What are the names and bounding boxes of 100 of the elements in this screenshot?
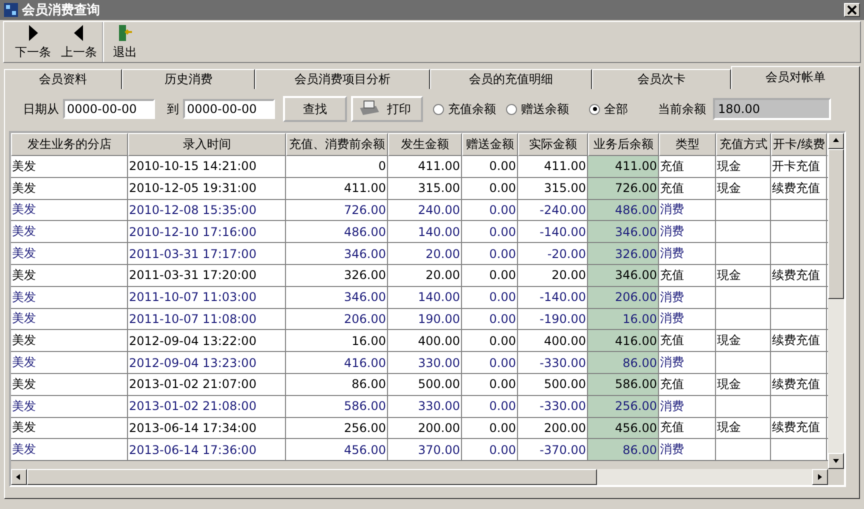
table-cell: 0.00	[462, 221, 518, 244]
table-cell: 400.00	[388, 330, 462, 352]
table-cell: 190.00	[388, 308, 462, 330]
table-cell	[716, 243, 771, 265]
toolbar-button[interactable]: 下一条	[10, 22, 56, 62]
table-cell: -20.00	[518, 243, 588, 265]
table-cell: 充值	[659, 374, 716, 396]
table-cell: 0.00	[462, 352, 518, 374]
table-cell: 256.00	[588, 396, 659, 418]
table-cell: 美发	[11, 221, 128, 244]
table-cell: 416.00	[588, 330, 659, 352]
table-cell: 2012-09-04 13:22:00	[128, 330, 286, 352]
table-cell: 美发	[11, 308, 128, 330]
app-icon	[4, 3, 18, 17]
table-cell: 0.00	[462, 330, 518, 352]
horizontal-scrollbar[interactable]	[11, 469, 828, 485]
table-cell: 200.00	[518, 418, 588, 440]
scroll-up-button[interactable]	[828, 133, 844, 149]
table-cell: 315.00	[388, 178, 462, 200]
table-cell: 2012-09-04 13:23:00	[128, 352, 286, 374]
table-cell: 0.00	[462, 264, 518, 287]
scroll-down-button[interactable]	[828, 453, 844, 469]
printer-icon	[357, 100, 381, 118]
table-cell: 330.00	[388, 352, 462, 374]
table-cell: 消费	[659, 243, 716, 265]
search-button[interactable]: 查找	[283, 96, 347, 122]
tab[interactable]: 历史消费	[122, 69, 255, 89]
tab[interactable]: 会员次卡	[592, 69, 731, 89]
close-button[interactable]	[844, 3, 860, 17]
table-cell: 2010-12-10 17:16:00	[128, 221, 286, 244]
table-cell: -140.00	[518, 286, 588, 309]
table-cell: 486.00	[588, 200, 659, 222]
radio-option[interactable]: 充值余额	[433, 100, 496, 118]
balance-field[interactable]: 180.00	[713, 98, 831, 120]
table-cell: 美发	[11, 243, 128, 265]
table-cell: 586.00	[588, 374, 659, 396]
table-cell: 411.00	[518, 156, 588, 178]
print-button[interactable]: 打印	[351, 96, 423, 122]
window-title: 会员消费查询	[22, 2, 100, 19]
column-header[interactable]: 充值方式	[716, 133, 771, 156]
table-cell: 消费	[659, 439, 716, 462]
table-cell: 411.00	[286, 178, 388, 200]
table-cell: 現金	[716, 156, 771, 178]
table-cell: 消费	[659, 308, 716, 330]
table-cell: 0	[286, 156, 388, 178]
tab[interactable]: 会员的充值明细	[430, 69, 592, 89]
scroll-right-button[interactable]	[812, 469, 828, 485]
column-header[interactable]: 实际金额	[518, 133, 588, 156]
table-cell: 美发	[11, 330, 128, 352]
table-cell: 315.00	[518, 178, 588, 200]
table-cell: 2010-10-15 14:21:00	[128, 156, 286, 178]
table-cell: 330.00	[388, 396, 462, 418]
table-cell: 240.00	[388, 200, 462, 222]
table-cell: 0.00	[462, 374, 518, 396]
column-header[interactable]: 发生业务的分店	[11, 133, 128, 156]
table-cell: 美发	[11, 178, 128, 200]
scroll-left-button[interactable]	[11, 469, 27, 485]
table-cell: 0.00	[462, 178, 518, 200]
table-cell: 20.00	[388, 243, 462, 265]
column-header[interactable]: 录入时间	[128, 133, 286, 156]
column-header[interactable]: 发生金额	[388, 133, 462, 156]
table-cell	[716, 439, 771, 462]
date-from-field[interactable]: 0000-00-00	[63, 99, 155, 119]
table-cell	[716, 352, 771, 374]
table-cell	[716, 286, 771, 309]
radio-option[interactable]: 赠送余额	[506, 100, 569, 118]
radio-option[interactable]: 全部	[589, 100, 628, 118]
table-cell: 充值	[659, 330, 716, 352]
table-cell: 2013-01-02 21:08:00	[128, 396, 286, 418]
table-cell: 370.00	[388, 439, 462, 462]
tab[interactable]: 会员资料	[4, 69, 122, 89]
column-header[interactable]: 开卡/续费	[771, 133, 827, 156]
column-header[interactable]: 赠送金额	[462, 133, 518, 156]
table-cell: 续费充值	[771, 418, 827, 440]
tab[interactable]: 会员对帐单	[731, 66, 860, 89]
table-cell: 续费充值	[771, 178, 827, 200]
table-cell: 充值	[659, 264, 716, 287]
table-cell: 140.00	[388, 221, 462, 244]
table-cell: 2010-12-08 15:35:00	[128, 200, 286, 222]
table-cell	[771, 352, 827, 374]
table-cell: 美发	[11, 352, 128, 374]
table-cell: 411.00	[388, 156, 462, 178]
tab[interactable]: 会员消费项目分析	[255, 69, 430, 89]
table-cell: 206.00	[286, 308, 388, 330]
column-header[interactable]: 类型	[659, 133, 716, 156]
table-cell: 开卡充值	[771, 156, 827, 178]
table-cell: 美发	[11, 200, 128, 222]
column-header[interactable]: 业务后余额	[588, 133, 659, 156]
column-header[interactable]: 充值、消费前余额	[286, 133, 388, 156]
table-cell	[716, 200, 771, 222]
table-cell: 20.00	[518, 264, 588, 287]
table-cell: 消费	[659, 200, 716, 222]
date-to-label: 到	[167, 100, 179, 118]
vertical-scrollbar[interactable]	[828, 133, 844, 469]
table-cell: 2013-06-14 17:34:00	[128, 418, 286, 440]
date-to-field[interactable]: 0000-00-00	[183, 99, 275, 119]
table-cell: 2011-03-31 17:20:00	[128, 264, 286, 287]
table-cell: 充值	[659, 156, 716, 178]
toolbar-button[interactable]: 退出	[108, 22, 142, 62]
toolbar-button[interactable]: 上一条	[56, 22, 102, 62]
